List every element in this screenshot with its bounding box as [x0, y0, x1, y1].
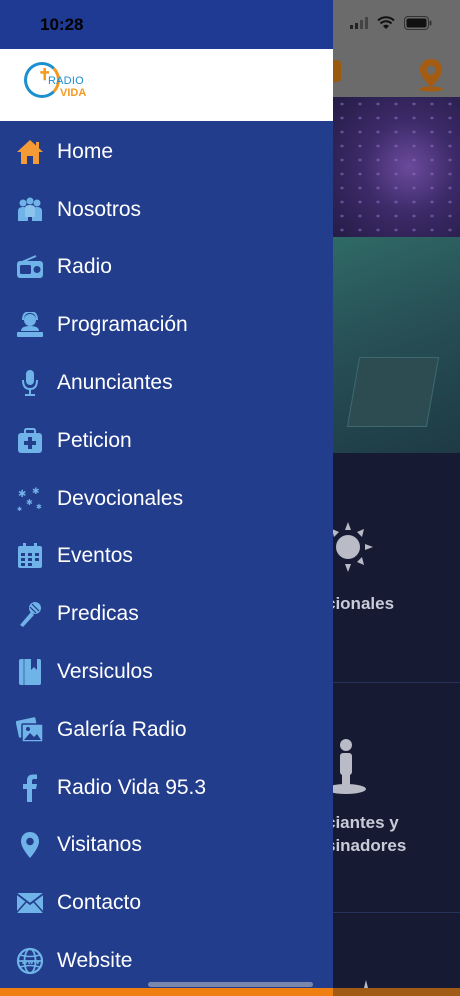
location-pin-icon [16, 831, 44, 859]
tile-divider [333, 912, 460, 913]
globe-icon: www [16, 947, 44, 975]
status-time: 10:28 [40, 15, 84, 34]
svg-text:✱: ✱ [36, 503, 42, 511]
envelope-icon [16, 889, 44, 917]
menu-item-anunciantes[interactable]: Anunciantes [0, 354, 333, 412]
dj-icon [16, 311, 44, 339]
logo-text-vida: VIDA [60, 87, 87, 99]
menu-item-programacion[interactable]: Programación [0, 296, 333, 354]
svg-text:✱: ✱ [17, 506, 22, 513]
menu-item-peticion[interactable]: Peticion [0, 412, 333, 470]
menu-item-galeria-radio[interactable]: Galería Radio [0, 701, 333, 759]
menu-item-visitanos[interactable]: Visitanos [0, 817, 333, 875]
svg-text:✱: ✱ [32, 487, 40, 497]
wifi-icon [377, 16, 395, 29]
location-pin-icon[interactable] [413, 56, 449, 92]
menu-label: Radio [57, 255, 112, 279]
menu-label: Programación [57, 313, 188, 337]
first-aid-icon [16, 427, 44, 455]
status-icons [350, 16, 432, 30]
svg-text:www: www [22, 958, 40, 966]
menu-label: Eventos [57, 544, 133, 568]
navigation-drawer: 10:28 ✝ RADIO VIDA Home Nosotros Radio P… [0, 0, 333, 996]
menu-label: Contacto [57, 891, 142, 915]
menu-label: Devocionales [57, 486, 184, 510]
book-icon [16, 658, 44, 686]
drawer-header: ✝ RADIO VIDA [0, 49, 333, 121]
gallery-icon [16, 716, 44, 744]
svg-text:✱: ✱ [26, 498, 33, 507]
drawer-status-area: 10:28 [0, 0, 333, 49]
users-icon [16, 196, 44, 224]
menu-label: Nosotros [57, 197, 142, 221]
menu-label: Visitanos [57, 833, 142, 857]
menu-item-nosotros[interactable]: Nosotros [0, 181, 333, 239]
menu-item-predicas[interactable]: Predicas [0, 585, 333, 643]
menu-item-devocionales[interactable]: ✱ ✱ ✱ ✱ ✱ Devocionales [0, 470, 333, 528]
app-bottom-bar [333, 988, 460, 996]
calendar-icon [16, 542, 44, 570]
tile-label-anunciantes-2: sinadores [326, 836, 407, 855]
battery-icon [404, 16, 432, 30]
microphone-icon [16, 369, 44, 397]
menu-item-eventos[interactable]: Eventos [0, 528, 333, 586]
menu-item-radio[interactable]: Radio [0, 239, 333, 297]
tile-label-devocionales[interactable]: cionales [326, 594, 394, 614]
drawer-bottom-bar [0, 988, 333, 996]
drawer-menu: Home Nosotros Radio Programación Anuncia… [0, 123, 333, 990]
menu-label: Peticion [57, 428, 132, 452]
header-title-fragment [333, 60, 341, 82]
radio-vida-logo: ✝ RADIO VIDA [24, 61, 94, 101]
menu-item-home[interactable]: Home [0, 123, 333, 181]
facebook-icon [16, 774, 44, 802]
sun-icon [332, 522, 373, 572]
radio-icon [16, 253, 44, 281]
logo-text-radio: RADIO [48, 75, 84, 87]
menu-label: Versiculos [57, 660, 153, 684]
home-icon [16, 138, 44, 166]
menu-label: Radio Vida 95.3 [57, 775, 207, 799]
sparkles-icon: ✱ ✱ ✱ ✱ ✱ [16, 485, 44, 513]
banner-image-2 [333, 237, 460, 453]
tile-divider [333, 682, 460, 683]
signal-icon [350, 17, 368, 29]
menu-label: Anunciantes [57, 371, 173, 395]
home-indicator[interactable] [148, 982, 313, 987]
menu-label: Website [57, 949, 133, 973]
menu-label: Predicas [57, 602, 139, 626]
menu-item-contacto[interactable]: Contacto [0, 874, 333, 932]
menu-label: Galería Radio [57, 717, 187, 741]
menu-label: Home [57, 139, 114, 163]
mic-hand-icon [16, 600, 44, 628]
banner-image-1 [333, 97, 460, 237]
menu-item-facebook[interactable]: Radio Vida 95.3 [0, 759, 333, 817]
menu-item-versiculos[interactable]: Versiculos [0, 643, 333, 701]
tile-label-anunciantes[interactable]: ciantes y [326, 813, 399, 833]
